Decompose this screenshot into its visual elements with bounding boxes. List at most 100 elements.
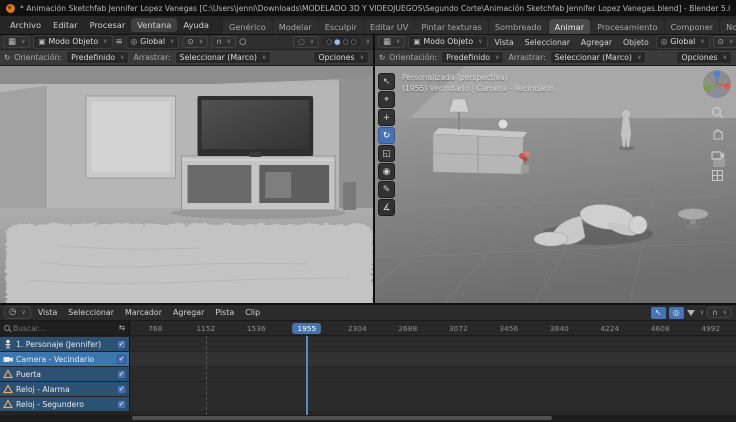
show-hidden-channels-toggle[interactable]: ◎ — [668, 306, 684, 319]
transform-tool[interactable]: ◉ — [378, 163, 395, 180]
clock[interactable] — [497, 118, 509, 130]
snapping-dropdown[interactable]: ∩ — [707, 306, 732, 319]
axis-y-handle[interactable] — [703, 84, 711, 92]
transform-orientation-dropdown[interactable]: ◎ Global — [125, 35, 180, 49]
menu-procesar[interactable]: Procesar — [84, 18, 132, 32]
menu-editar[interactable]: Editar — [47, 18, 84, 32]
select-box-tool[interactable]: ↖ — [378, 73, 395, 90]
expand-arrows-icon[interactable]: ⇆ — [119, 324, 125, 332]
menu-agregar[interactable]: Agregar — [577, 37, 616, 48]
menu-objeto[interactable]: Objeto — [619, 37, 653, 48]
playhead-line[interactable] — [306, 336, 308, 415]
3d-scene-left[interactable] — [0, 66, 373, 303]
menu-ventana[interactable]: Ventana — [131, 18, 178, 32]
pan-hand-button[interactable] — [709, 125, 725, 141]
tab-generico[interactable]: Genérico — [222, 19, 272, 34]
pivot-point-dropdown[interactable]: ⊙ — [182, 36, 209, 48]
orientation-preset-dropdown[interactable]: Predefinido — [66, 50, 130, 65]
tab-pintar-texturas[interactable]: Pintar texturas — [415, 19, 488, 34]
drag-mode-dropdown[interactable]: Seleccionar (Marco) — [549, 50, 647, 65]
tab-sombreado[interactable]: Sombreado — [488, 19, 548, 34]
mode-dropdown[interactable]: ▣ Modo Objeto — [408, 35, 488, 49]
filter-dropdown[interactable] — [698, 310, 704, 316]
scrollbar-thumb[interactable] — [132, 416, 552, 420]
options-dropdown[interactable]: Opciones — [313, 50, 369, 65]
channel-row[interactable]: Camera - Vecindario — [0, 352, 129, 366]
channel-row[interactable]: 1. Personaje (Jennifer) — [0, 337, 129, 351]
shading-dropdown[interactable] — [364, 39, 370, 45]
proportional-editing-icon[interactable]: ○ — [239, 38, 246, 47]
editor-type-dropdown[interactable]: ▦ — [3, 35, 31, 49]
tab-esculpir[interactable]: Esculpir — [318, 19, 363, 34]
search-input[interactable] — [13, 323, 116, 333]
only-selected-channels-toggle[interactable]: ↖ — [650, 306, 666, 319]
track-band — [130, 337, 736, 351]
editor-type-dropdown[interactable]: ▦ — [378, 35, 406, 49]
rotate-tool[interactable]: ↻ — [378, 127, 395, 144]
navigation-gizmo[interactable] — [702, 69, 732, 99]
menu-seleccionar[interactable]: Seleccionar — [64, 307, 118, 318]
filter-icon[interactable] — [686, 309, 695, 316]
channel-checkbox[interactable] — [117, 399, 126, 409]
tab-componer[interactable]: Componer — [664, 19, 720, 34]
options-dropdown[interactable]: Opciones — [676, 50, 732, 65]
orientation-preset-dropdown[interactable]: Predefinido — [441, 50, 505, 65]
annotate-tool[interactable]: ✎ — [378, 181, 395, 198]
channel-row[interactable]: Reloj - Segundero — [0, 397, 129, 411]
menu-archivo[interactable]: Archivo — [4, 18, 47, 32]
menu-vista[interactable]: Vista — [491, 37, 518, 48]
snapping-dropdown[interactable]: ∩ — [211, 36, 237, 48]
scale-tool[interactable]: ◱ — [378, 145, 395, 162]
tab-modelar[interactable]: Modelar — [272, 19, 318, 34]
channel-checkbox[interactable] — [117, 354, 126, 364]
shading-wireframe-icon[interactable]: ○ — [326, 38, 332, 46]
shading-material-icon[interactable]: ○ — [342, 38, 348, 46]
range-marker-line — [206, 336, 207, 415]
tv-cabinet[interactable] — [181, 155, 336, 211]
channel-checkbox[interactable] — [117, 384, 126, 394]
menu-clip[interactable]: Clip — [241, 307, 264, 318]
tab-nodos-geometria[interactable]: Nodos de geometría — [720, 19, 736, 34]
transform-orientation-dropdown[interactable]: ◎ Global — [655, 35, 710, 49]
mode-dropdown[interactable]: ▣ Modo Objeto — [33, 35, 113, 49]
menu-vista[interactable]: Vista — [34, 307, 61, 318]
track-area[interactable] — [130, 336, 736, 415]
menu-seleccionar[interactable]: Seleccionar — [521, 37, 574, 48]
tab-procesamiento[interactable]: Procesamiento — [591, 19, 664, 34]
move-tool[interactable]: + — [378, 109, 395, 126]
dresser[interactable] — [432, 128, 527, 175]
channel-checkbox[interactable] — [117, 369, 126, 379]
editor-type-dropdown[interactable]: ◷ — [4, 306, 31, 319]
frame-ruler[interactable]: 768 1152 1536 1955 2304 2688 3072 3456 3… — [130, 321, 736, 335]
measure-tool[interactable]: ∡ — [378, 199, 395, 216]
drag-mode-dropdown[interactable]: Seleccionar (Marco) — [174, 50, 272, 65]
menu-agregar[interactable]: Agregar — [169, 307, 208, 318]
menu-marcador[interactable]: Marcador — [121, 307, 166, 318]
tv-screen[interactable] — [197, 96, 314, 157]
shading-rendered-icon[interactable]: ○ — [350, 38, 356, 46]
cursor-tool[interactable]: ⌖ — [378, 91, 395, 108]
show-overlays-dropdown[interactable]: ◌ — [293, 36, 320, 48]
toggle-ortho-grid-button[interactable] — [709, 167, 725, 183]
channel-row[interactable]: Puerta — [0, 367, 129, 381]
rug[interactable] — [5, 224, 373, 303]
axis-x-handle[interactable] — [723, 82, 731, 90]
menu-ayuda[interactable]: Ayuda — [177, 18, 215, 32]
camera-view-button[interactable] — [709, 146, 725, 162]
window-titlebar: * Animación Sketchfab Jennifer Lopez Van… — [0, 0, 736, 16]
speaker[interactable] — [343, 182, 357, 210]
3d-scene-right[interactable] — [375, 66, 736, 303]
collapsed-menus-icon[interactable]: ≡ — [116, 38, 123, 47]
axis-z-handle[interactable] — [713, 70, 721, 78]
channel-row[interactable]: Reloj - Alarma — [0, 382, 129, 396]
pivot-point-dropdown[interactable]: ⊙ — [712, 36, 736, 48]
channel-checkbox[interactable] — [117, 339, 126, 349]
current-frame-indicator[interactable]: 1955 — [292, 322, 322, 334]
tab-animar[interactable]: Animar — [548, 19, 591, 34]
horizontal-scrollbar[interactable] — [0, 415, 736, 422]
tab-editar-uv[interactable]: Editar UV — [363, 19, 415, 34]
workspace-tabs: Genérico Modelar Esculpir Editar UV Pint… — [222, 16, 736, 34]
shading-solid-icon[interactable]: ● — [334, 38, 340, 46]
menu-pista[interactable]: Pista — [211, 307, 238, 318]
zoom-button[interactable] — [709, 104, 725, 120]
